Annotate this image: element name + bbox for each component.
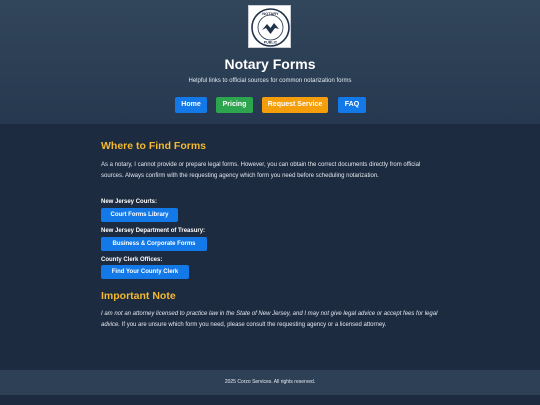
find-county-clerk-button[interactable]: Find Your County Clerk: [101, 265, 189, 279]
nav-request-service-button[interactable]: Request Service: [262, 97, 328, 113]
site-footer: 2025 Corzo Services. All rights reserved…: [0, 370, 540, 395]
notary-seal-logo: NOTARY PUBLIC: [248, 5, 291, 48]
court-forms-library-button[interactable]: Court Forms Library: [101, 208, 178, 222]
business-corporate-forms-button[interactable]: Business & Corporate Forms: [101, 237, 207, 251]
page-subtitle: Helpful links to official sources for co…: [188, 78, 352, 84]
bottom-strip: [0, 395, 540, 405]
nj-courts-label: New Jersey Courts:: [101, 199, 158, 205]
site-header: NOTARY PUBLIC Notary Forms Helpful links…: [0, 0, 540, 124]
important-note-heading: Important Note: [101, 290, 176, 302]
copyright-text: 2025 Corzo Services. All rights reserved…: [224, 379, 316, 385]
where-to-find-text: As a notary, I cannot provide or prepare…: [101, 162, 421, 179]
nav-home-button[interactable]: Home: [175, 97, 207, 113]
nav-pricing-button[interactable]: Pricing: [216, 97, 253, 113]
where-to-find-heading: Where to Find Forms: [101, 140, 206, 152]
important-note-text: I am not an attorney licensed to practic…: [101, 309, 439, 330]
nav-faq-button[interactable]: FAQ: [338, 97, 366, 113]
county-clerk-label: County Clerk Offices:: [101, 257, 163, 263]
page-title: Notary Forms: [224, 56, 316, 72]
svg-text:NOTARY: NOTARY: [262, 11, 279, 16]
consult-advice-text: If you are unsure which form you need, p…: [121, 321, 387, 328]
svg-text:PUBLIC: PUBLIC: [264, 41, 278, 45]
nj-treasury-label: New Jersey Department of Treasury:: [101, 228, 206, 234]
